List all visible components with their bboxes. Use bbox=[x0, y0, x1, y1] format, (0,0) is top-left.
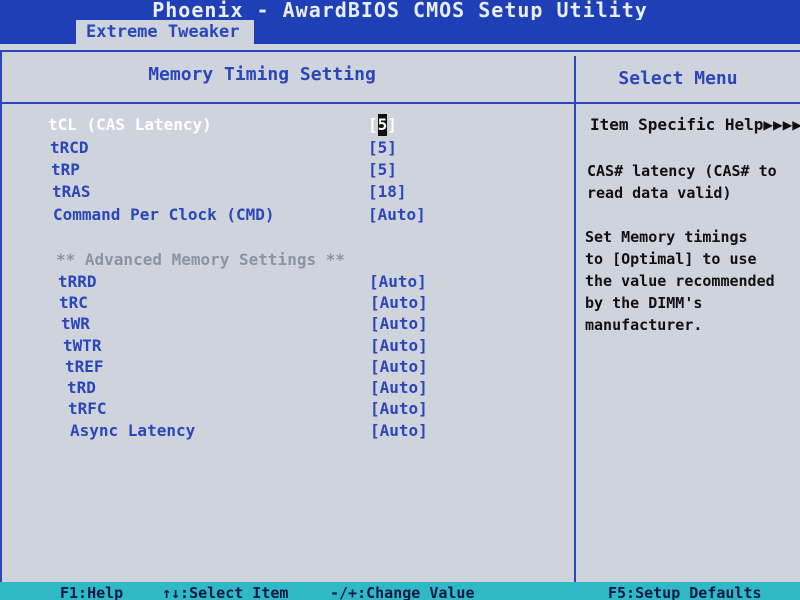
footer-change-key: -/+:Change Value bbox=[330, 584, 475, 600]
setting-row-trd[interactable]: tRD [Auto] bbox=[67, 377, 467, 399]
setting-label: tRC bbox=[59, 293, 88, 312]
setting-value[interactable]: [5] bbox=[368, 159, 397, 181]
setting-value[interactable]: [5] bbox=[368, 137, 397, 159]
footer-defaults-key: F5:Setup Defaults bbox=[608, 584, 762, 600]
setting-label: Command Per Clock (CMD) bbox=[53, 205, 275, 224]
side-panel-title: Select Menu bbox=[618, 68, 738, 89]
setting-value[interactable]: [Auto] bbox=[370, 356, 428, 378]
setting-label: tRCD bbox=[50, 138, 89, 157]
setting-value[interactable]: [Auto] bbox=[368, 204, 426, 226]
setting-row-twr[interactable]: tWR [Auto] bbox=[61, 313, 461, 335]
footer-keybar: F1:Help ↑↓:Select Item -/+:Change Value … bbox=[0, 582, 800, 600]
setting-label: tRRD bbox=[58, 272, 97, 291]
setting-row-trc[interactable]: tRC [Auto] bbox=[59, 292, 459, 314]
setting-value[interactable]: [18] bbox=[368, 181, 407, 203]
tab-extreme-tweaker[interactable]: Extreme Tweaker bbox=[76, 20, 254, 44]
setting-value[interactable]: [5] bbox=[368, 114, 397, 136]
bios-screen: Phoenix - AwardBIOS CMOS Setup Utility E… bbox=[0, 0, 800, 600]
setting-row-command-per-clock[interactable]: Command Per Clock (CMD) [Auto] bbox=[53, 204, 453, 226]
advanced-settings-heading: ** Advanced Memory Settings ** bbox=[56, 250, 345, 269]
setting-label: tREF bbox=[65, 357, 104, 376]
footer-select-key: ↑↓:Select Item bbox=[162, 584, 289, 600]
setting-row-trrd[interactable]: tRRD [Auto] bbox=[58, 271, 458, 293]
setting-value[interactable]: [Auto] bbox=[370, 335, 428, 357]
setting-value[interactable]: [Auto] bbox=[370, 377, 428, 399]
panel-divider-vertical bbox=[574, 56, 576, 582]
setting-row-twtr[interactable]: tWTR [Auto] bbox=[63, 335, 463, 357]
setting-label: tRAS bbox=[52, 182, 91, 201]
setting-row-trp[interactable]: tRP [5] bbox=[51, 159, 451, 181]
setting-label: tRFC bbox=[68, 399, 107, 418]
main-panel-title: Memory Timing Setting bbox=[148, 64, 376, 85]
setting-label: tRP bbox=[51, 160, 80, 179]
setting-label: tCL (CAS Latency) bbox=[48, 115, 212, 134]
setting-value[interactable]: [Auto] bbox=[370, 420, 428, 442]
help-text-timings: Set Memory timings to [Optimal] to use t… bbox=[585, 228, 775, 334]
setting-label: tWTR bbox=[63, 336, 102, 355]
setting-label: tRD bbox=[67, 378, 96, 397]
setting-label: Async Latency bbox=[70, 421, 196, 440]
setting-row-tras[interactable]: tRAS [18] bbox=[52, 181, 452, 203]
setting-row-tref[interactable]: tREF [Auto] bbox=[65, 356, 465, 378]
setting-row-trcd[interactable]: tRCD [5] bbox=[50, 137, 450, 159]
help-text-cas: CAS# latency (CAS# to read data valid) bbox=[587, 162, 777, 202]
setting-row-async-latency[interactable]: Async Latency [Auto] bbox=[70, 420, 470, 442]
menu-bar: Extreme Tweaker bbox=[0, 20, 800, 44]
setting-value[interactable]: [Auto] bbox=[369, 271, 427, 293]
setting-value[interactable]: [Auto] bbox=[370, 292, 428, 314]
setting-row-tcl[interactable]: tCL (CAS Latency) [5] bbox=[48, 114, 448, 136]
selection-cursor: 5 bbox=[377, 114, 388, 136]
app-title: Phoenix - AwardBIOS CMOS Setup Utility bbox=[0, 0, 800, 20]
setting-value[interactable]: [Auto] bbox=[370, 313, 428, 335]
panel-divider-horizontal bbox=[0, 102, 800, 104]
help-title: Item Specific Help▶▶▶▶ bbox=[590, 115, 800, 134]
setting-value[interactable]: [Auto] bbox=[370, 398, 428, 420]
footer-help-key: F1:Help bbox=[60, 584, 124, 600]
setting-row-trfc[interactable]: tRFC [Auto] bbox=[68, 398, 468, 420]
setting-label: tWR bbox=[61, 314, 90, 333]
